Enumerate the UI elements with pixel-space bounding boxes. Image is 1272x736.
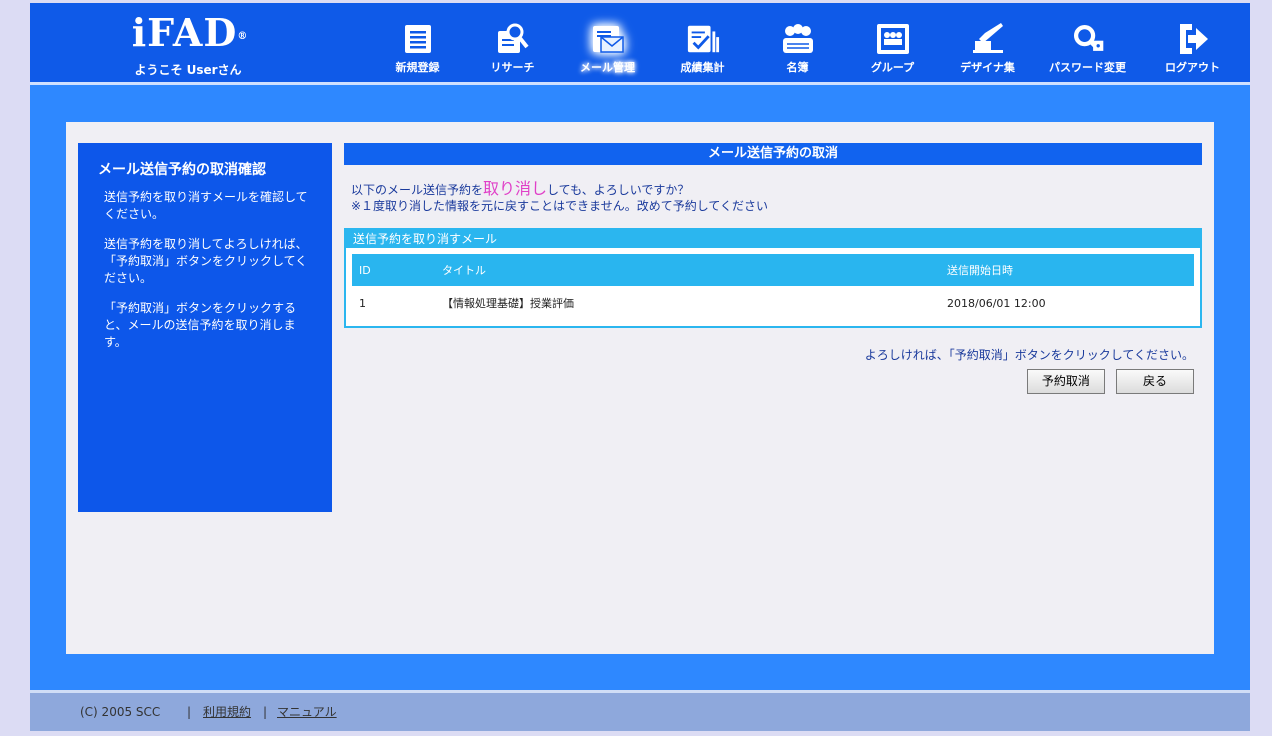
confirm-message: 以下のメール送信予約を取り消ししても、よろしいですか？ ※１度取り消した情報を元… [351,179,768,214]
password-change-icon [1071,21,1105,57]
column-header-title: タイトル [435,254,940,286]
column-header-id: ID [352,254,435,286]
nav-roster[interactable]: 名簿 [750,3,845,82]
instruction-note: よろしければ、「予約取消」ボタンをクリックしてください。 [864,348,1194,362]
logout-icon [1176,21,1210,57]
emphasis-text: 取り消し [483,179,548,198]
nav-logout[interactable]: ログアウト [1140,3,1245,82]
terms-link[interactable]: 利用規約 [203,693,251,731]
sidebar-paragraph: 送信予約を取り消してよろしければ、「予約取消」ボタンをクリックしてください。 [104,237,308,285]
cell-id: 1 [359,296,366,310]
logo: iFAD® [131,10,249,55]
cancel-reservation-button[interactable]: 予約取消 [1026,369,1105,394]
footer-separator: | [187,705,192,719]
mail-box: 送信予約を取り消すメール ID タイトル 送信開始日時 1 【情報処理基礎】授業… [344,228,1202,328]
cell-send-date: 2018/06/01 12:00 [947,296,1046,310]
table-header-row: ID タイトル 送信開始日時 [352,254,1194,286]
nav-new-register[interactable]: 新規登録 [370,3,465,82]
main-nav: 新規登録 リサーチ メール管理 成績集計 名簿 グループ デザイナ集 パスワード… [370,3,1245,82]
designer-icon [971,21,1005,57]
sidebar-paragraph: 「予約取消」ボタンをクリックすると、メールの送信予約を取り消します。 [104,301,297,349]
table-row: 1 【情報処理基礎】授業評価 2018/06/01 12:00 [352,286,1194,320]
nav-password-change[interactable]: パスワード変更 [1035,3,1140,82]
grade-summary-icon [686,21,720,57]
button-row: 予約取消 戻る [344,369,1194,394]
main-area: メール送信予約の取消確認 送信予約を取り消すメールを確認してください。 送信予約… [30,85,1250,690]
nav-research[interactable]: リサーチ [465,3,560,82]
manual-link[interactable]: マニュアル [277,693,337,731]
copyright: (C) 2005 SCC [80,705,161,719]
sidebar-help: メール送信予約の取消確認 送信予約を取り消すメールを確認してください。 送信予約… [78,143,332,512]
app-frame: iFAD® ようこそ Userさん 新規登録 リサーチ メール管理 成績集計 名… [30,3,1250,731]
group-icon [876,21,910,57]
sidebar-title: メール送信予約の取消確認 [98,162,266,178]
research-icon [496,21,530,57]
nav-mail-manage[interactable]: メール管理 [560,3,655,82]
column-header-send-date: 送信開始日時 [940,254,1194,286]
main-content: メール送信予約の取消 以下のメール送信予約を取り消ししても、よろしいですか？ ※… [344,143,1202,394]
header: iFAD® ようこそ Userさん 新規登録 リサーチ メール管理 成績集計 名… [30,3,1250,82]
footer-separator: | [263,705,268,719]
footer: (C) 2005 SCC | 利用規約 | マニュアル [30,693,1250,731]
nav-grade-summary[interactable]: 成績集計 [655,3,750,82]
warning-text: ※１度取り消した情報を元に戻すことはできません。改めて予約してください [351,199,768,213]
page-title: メール送信予約の取消 [344,143,1202,165]
cell-title: 【情報処理基礎】授業評価 [442,297,574,310]
new-register-icon [401,21,435,57]
welcome-text: ようこそ Userさん [134,63,242,77]
sidebar-paragraph: 送信予約を取り消すメールを確認してください。 [104,190,308,221]
back-button[interactable]: 戻る [1116,369,1194,394]
nav-group[interactable]: グループ [845,3,940,82]
nav-designer[interactable]: デザイナ集 [940,3,1035,82]
roster-icon [781,21,815,57]
mail-manage-icon [591,21,625,57]
mail-table: ID タイトル 送信開始日時 1 【情報処理基礎】授業評価 2018/06/01… [352,254,1194,320]
mail-box-title: 送信予約を取り消すメール [346,230,1200,248]
content-panel: メール送信予約の取消確認 送信予約を取り消すメールを確認してください。 送信予約… [66,122,1214,654]
